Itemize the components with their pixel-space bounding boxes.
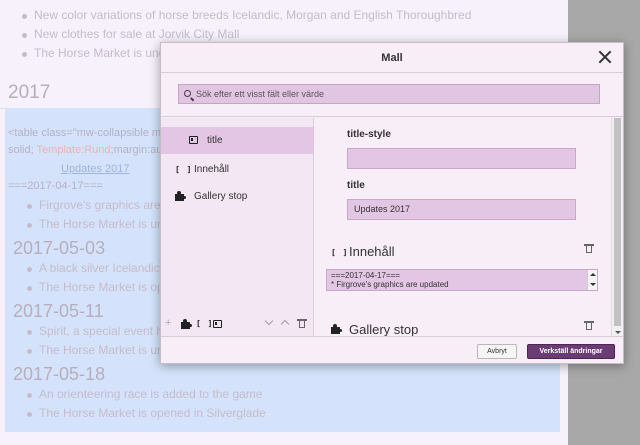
list-item: The Horse Market is opened in Silverglad… <box>5 404 560 423</box>
insert-content-icon[interactable]: [ ] <box>196 319 213 328</box>
template-link[interactable]: Template:Rund <box>37 144 111 156</box>
template-outline: title [ ] Innehåll Gallery stop + [ ] <box>161 118 314 336</box>
gallery-section-title: Gallery stop <box>349 322 419 336</box>
search-input[interactable] <box>196 85 595 103</box>
apply-changes-button[interactable]: Verkställ ändringar <box>527 344 615 359</box>
date-heading: 2017-05-18 <box>13 364 106 384</box>
dialog-header: Mall <box>161 43 623 73</box>
move-down-icon[interactable] <box>264 316 274 326</box>
outline-item-label: Gallery stop <box>194 191 248 202</box>
title-label: title <box>347 180 365 191</box>
search-box <box>178 84 600 104</box>
code-text: solid; <box>8 144 37 156</box>
template-fields-panel: title-style title Updates 2017 [ ] Inneh… <box>315 118 611 336</box>
brackets-icon: [ ] <box>331 248 349 257</box>
textarea-line: * Firgrove's graphics are updated <box>331 280 449 289</box>
outline-item-label: title <box>207 135 223 146</box>
template-icon <box>189 136 198 144</box>
title-style-field[interactable] <box>347 148 576 169</box>
dialog-footer: Avbryt Verkställ ändringar <box>161 336 623 364</box>
scrollbar-thumb[interactable] <box>614 118 621 326</box>
list-item: New color variations of horse breeds Ice… <box>0 6 560 25</box>
outline-item-gallery[interactable]: Gallery stop <box>161 183 314 210</box>
brackets-icon: [ ] <box>175 165 193 174</box>
trash-icon[interactable] <box>584 321 594 330</box>
move-up-icon[interactable] <box>280 319 290 329</box>
insert-parameter-icon[interactable] <box>213 320 222 328</box>
code-text: ;margin:aut <box>110 144 166 156</box>
trash-icon[interactable] <box>584 244 594 253</box>
insert-template-icon[interactable] <box>181 319 192 329</box>
title-field[interactable]: Updates 2017 <box>347 199 576 220</box>
add-icon[interactable]: + <box>165 317 171 329</box>
updates-caption: Updates 2017 <box>61 163 130 175</box>
trash-icon[interactable] <box>297 319 307 328</box>
list-item: An orienteering race is added to the gam… <box>5 385 560 404</box>
close-icon[interactable] <box>598 50 612 64</box>
puzzle-icon <box>175 191 186 201</box>
search-icon <box>184 90 191 97</box>
code-text: <table class="mw-collapsible mw <box>8 127 170 139</box>
template-dialog: Mall title [ ] Innehåll Gallery stop + [… <box>160 42 624 364</box>
outline-item-content[interactable]: [ ] Innehåll <box>161 156 314 183</box>
content-section-title: Innehåll <box>349 244 395 259</box>
cancel-button[interactable]: Avbryt <box>477 344 517 359</box>
title-style-label: title-style <box>347 129 391 140</box>
outline-item-title[interactable]: title <box>161 127 314 154</box>
scroll-down-arrow-icon[interactable] <box>615 331 621 334</box>
textarea-line: ===2017-04-17=== <box>331 271 400 280</box>
search-bar <box>161 73 623 117</box>
outline-item-label: Innehåll <box>194 164 230 175</box>
fields-scrollbar[interactable] <box>611 118 623 336</box>
textarea-scroll[interactable] <box>587 270 597 290</box>
dialog-title: Mall <box>381 52 403 64</box>
puzzle-icon <box>331 324 342 334</box>
content-textarea[interactable]: ===2017-04-17=== * Firgrove's graphics a… <box>326 269 598 291</box>
outline-toolbar: + [ ] <box>161 313 314 335</box>
